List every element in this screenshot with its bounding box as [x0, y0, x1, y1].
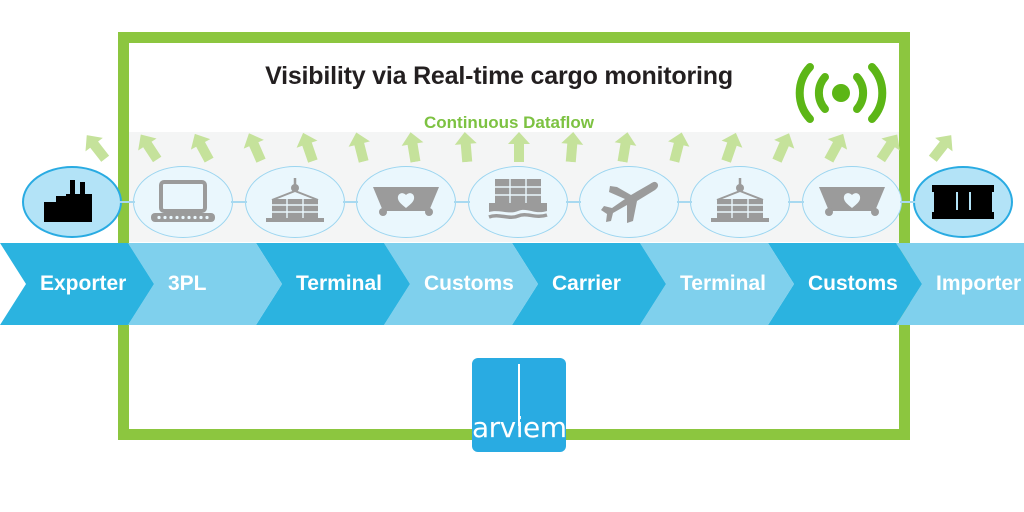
infographic-canvas: Visibility via Real-time cargo monitorin…	[0, 0, 1024, 512]
node-airplane	[578, 166, 679, 238]
dataflow-arrow-icon	[77, 127, 116, 167]
node-connector	[788, 201, 804, 203]
node-connector	[454, 201, 470, 203]
process-step-label: 3PL	[168, 272, 207, 295]
node-container-ship	[467, 166, 568, 238]
customs-stamp-icon	[802, 166, 902, 238]
node-connector	[231, 201, 247, 203]
process-step-label: Terminal	[680, 272, 766, 295]
laptop-icon	[133, 166, 233, 238]
node-connector	[342, 201, 359, 203]
dataflow-arrow-icon	[558, 131, 586, 163]
process-step-label: Customs	[424, 272, 514, 295]
container-crane-icon	[245, 166, 345, 238]
dataflow-arrow-icon	[765, 128, 801, 166]
node-customs-stamp	[356, 166, 457, 238]
container-ship-icon	[468, 166, 568, 238]
customs-stamp-icon	[356, 166, 456, 238]
process-step-label: Terminal	[296, 272, 382, 295]
node-warehouse	[913, 166, 1013, 238]
dataflow-arrow-icon	[452, 131, 480, 163]
dataflow-arrow-icon	[398, 130, 429, 164]
node-connector	[676, 201, 693, 203]
dataflow-arrow-icon	[344, 129, 377, 164]
dataflow-arrow-icon	[661, 129, 694, 164]
node-customs-stamp	[801, 166, 902, 238]
process-step-label: Exporter	[40, 272, 127, 295]
dataflow-arrow-icon	[923, 127, 962, 167]
broadcast-signal-icon	[789, 57, 893, 129]
node-connector	[899, 201, 915, 203]
dataflow-arrow-icon	[237, 128, 273, 166]
node-connector	[120, 201, 136, 203]
dataflow-arrow-icon	[130, 127, 168, 166]
dataflow-arrow-icon	[609, 130, 640, 164]
process-step-exporter[interactable]: Exporter	[0, 243, 154, 325]
dataflow-arrow-icon	[290, 129, 324, 166]
arviem-logo: arviem	[472, 358, 567, 452]
logo-wordmark: arviem	[472, 411, 567, 444]
dataflow-arrow-icon	[183, 128, 220, 167]
node-container-crane	[690, 166, 791, 238]
container-crane-icon	[690, 166, 790, 238]
dataflow-arrow-icon	[870, 127, 908, 166]
node-factory	[22, 166, 122, 238]
warehouse-icon	[913, 166, 1013, 238]
factory-icon	[22, 166, 122, 238]
process-step-label: Carrier	[552, 272, 621, 295]
dataflow-arrow-icon	[818, 128, 855, 167]
process-chevron-strip: Exporter 3PL Terminal Customs Carrier Termina…	[0, 243, 1024, 325]
node-container-crane	[244, 166, 345, 238]
process-step-label: Customs	[808, 272, 898, 295]
dataflow-arrow-icon	[506, 132, 532, 162]
node-laptop	[133, 166, 234, 238]
airplane-icon	[579, 166, 679, 238]
dataflow-arrow-icon	[713, 129, 747, 166]
supply-chain-node-row	[0, 166, 1024, 246]
process-step-label: Importer	[936, 272, 1022, 295]
node-connector	[565, 201, 581, 203]
